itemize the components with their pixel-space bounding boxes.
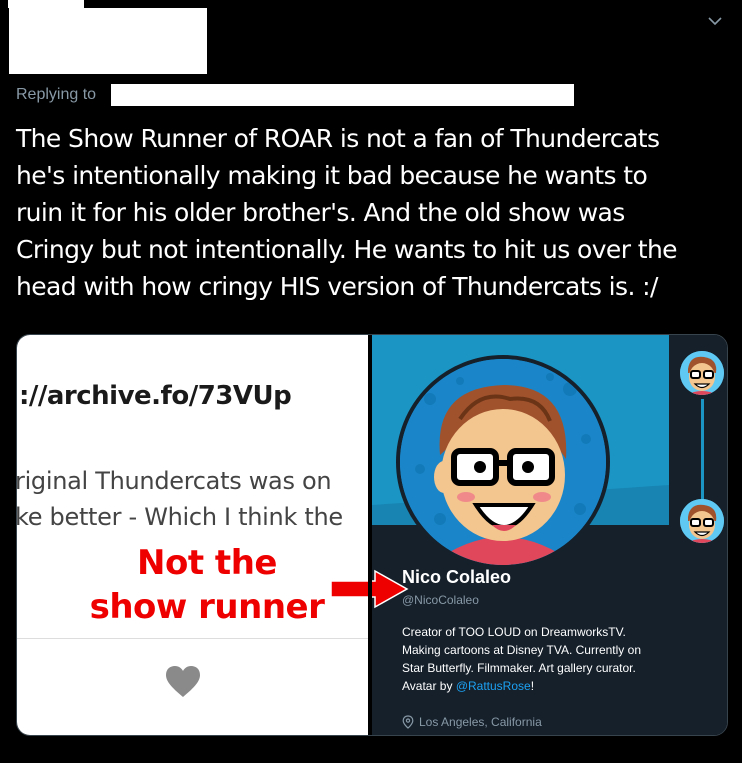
tweet-media[interactable]: ://archive.fo/73VUp riginal Thundercats …: [16, 334, 728, 736]
bio-mention-link[interactable]: @RattusRose: [456, 679, 531, 693]
location-pin-icon: [402, 715, 414, 729]
snippet-line: riginal Thundercats was on: [17, 467, 332, 495]
replying-to-label: Replying to: [16, 86, 97, 103]
twitter-profile-screenshot: Nico Colaleo @NicoColaleo Creator of TOO…: [372, 335, 727, 735]
redacted-box: [8, 0, 84, 8]
redacted-user-name: [9, 8, 207, 74]
profile-avatar[interactable]: [396, 355, 610, 569]
profile-handle: @NicoColaleo: [402, 593, 479, 607]
avatar-thumbnail: [680, 351, 724, 395]
snippet-line: ke better - Which I think the: [17, 503, 343, 531]
profile-name[interactable]: Nico Colaleo: [402, 567, 511, 588]
location-text: Los Angeles, California: [419, 715, 542, 729]
redacted-reply-handles: [111, 84, 574, 106]
profile-location: Los Angeles, California: [402, 715, 542, 729]
profile-bio: Creator of TOO LOUD on DreamworksTV. Mak…: [402, 623, 664, 695]
annotation-not-show-runner: Not the show runner: [87, 541, 327, 629]
chevron-down-icon[interactable]: [706, 12, 724, 30]
archive-screenshot: ://archive.fo/73VUp riginal Thundercats …: [17, 335, 372, 735]
archive-url: ://archive.fo/73VUp: [19, 381, 292, 411]
heart-icon: [166, 666, 200, 697]
annotation-line: show runner: [89, 587, 325, 627]
avatar-thumbnail: [680, 499, 724, 543]
annotation-line: Not the: [137, 543, 277, 583]
tweet-text: The Show Runner of ROAR is not a fan of …: [16, 124, 678, 301]
divider: [17, 638, 372, 639]
thread-line: [701, 399, 704, 507]
bio-text-end: !: [530, 679, 535, 693]
panel-separator: [368, 335, 372, 735]
